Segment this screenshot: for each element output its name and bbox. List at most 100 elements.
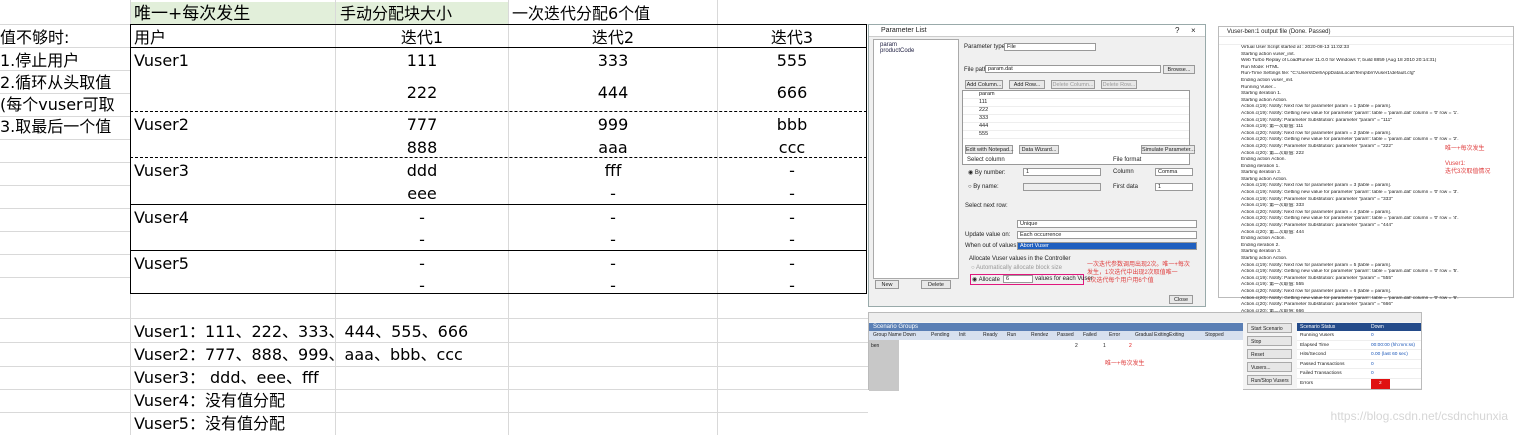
data-wizard-button[interactable]: Data Wizard... bbox=[1019, 145, 1059, 154]
group-col-header[interactable]: Failed bbox=[1083, 331, 1097, 340]
header-manual-block[interactable]: 手动分配块大小 bbox=[340, 3, 452, 25]
table-cell[interactable]: ccc bbox=[718, 137, 866, 159]
summary-line[interactable]: Vuser3： ddd、eee、fff bbox=[134, 367, 319, 389]
group-col-header[interactable]: Rendez bbox=[1031, 331, 1048, 340]
help-icon[interactable]: ? bbox=[1175, 26, 1179, 35]
by-number-input[interactable]: 1 bbox=[1023, 168, 1101, 176]
grid-row[interactable]: 444 bbox=[963, 123, 1189, 131]
start-scenario-button[interactable]: Start Scenario bbox=[1247, 323, 1292, 333]
side-note[interactable]: 2.循环从头取值 bbox=[0, 72, 111, 94]
delete-button[interactable]: Delete bbox=[921, 280, 951, 289]
by-number-radio[interactable]: ◉ By number: bbox=[968, 169, 1006, 176]
table-cell[interactable]: - bbox=[509, 275, 717, 297]
side-note[interactable]: (每个vuser可取 bbox=[0, 94, 130, 116]
header-unique-each[interactable]: 唯一+每次发生 bbox=[134, 3, 250, 25]
table-cell[interactable]: 111 bbox=[336, 50, 508, 72]
table-cell[interactable]: - bbox=[718, 207, 866, 229]
new-button[interactable]: New bbox=[875, 280, 899, 289]
table-cell[interactable]: - bbox=[509, 183, 717, 205]
table-row-user[interactable]: Vuser1 bbox=[134, 50, 189, 72]
auto-allocate-radio[interactable]: ○ Automatically allocate block size bbox=[971, 265, 1062, 271]
table-cell[interactable]: 777 bbox=[336, 114, 508, 136]
table-cell[interactable]: 333 bbox=[509, 50, 717, 72]
table-row-user[interactable]: Vuser2 bbox=[134, 114, 189, 136]
group-col-header[interactable]: Pending bbox=[931, 331, 949, 340]
table-row-user[interactable]: Vuser4 bbox=[134, 207, 189, 229]
col-header-user[interactable]: 用户 bbox=[134, 27, 166, 49]
side-note[interactable]: 1.停止用户 bbox=[0, 50, 79, 72]
table-cell[interactable]: - bbox=[718, 253, 866, 275]
summary-line[interactable]: Vuser5：没有值分配 bbox=[134, 413, 285, 435]
vusers-button[interactable]: Vusers... bbox=[1247, 362, 1292, 372]
delete-row-button[interactable]: Delete Row... bbox=[1101, 80, 1137, 89]
group-row-name[interactable]: ben bbox=[871, 343, 879, 349]
stop-button[interactable]: Stop bbox=[1247, 336, 1292, 346]
close-icon[interactable]: × bbox=[1191, 26, 1196, 35]
param-type-select[interactable]: File bbox=[1004, 43, 1096, 51]
table-cell[interactable]: - bbox=[718, 183, 866, 205]
group-col-header[interactable]: Passed bbox=[1057, 331, 1074, 340]
side-note[interactable]: 值不够时: bbox=[0, 27, 69, 49]
browse-button[interactable]: Browse... bbox=[1163, 65, 1195, 74]
col-header-iter1[interactable]: 迭代1 bbox=[336, 27, 508, 49]
table-cell[interactable]: - bbox=[718, 275, 866, 297]
run-stop-vusers-button[interactable]: Run/Stop Vusers bbox=[1247, 375, 1292, 385]
table-cell[interactable]: - bbox=[336, 253, 508, 275]
close-button[interactable]: Close bbox=[1169, 295, 1193, 304]
grid-row[interactable]: param bbox=[963, 91, 1189, 99]
edit-notepad-button[interactable]: Edit with Notepad... bbox=[965, 145, 1014, 154]
group-col-header[interactable]: Down bbox=[903, 331, 916, 340]
table-cell[interactable]: - bbox=[509, 229, 717, 251]
table-row-user[interactable]: Vuser3 bbox=[134, 160, 189, 182]
header-six-values[interactable]: 一次迭代分配6个值 bbox=[512, 3, 650, 25]
table-cell[interactable]: 888 bbox=[336, 137, 508, 159]
table-cell[interactable]: fff bbox=[509, 160, 717, 182]
grid-row[interactable]: 111 bbox=[963, 99, 1189, 107]
grid-row[interactable]: 333 bbox=[963, 115, 1189, 123]
table-cell[interactable]: 222 bbox=[336, 82, 508, 104]
delete-column-button[interactable]: Delete Column... bbox=[1051, 80, 1095, 89]
table-cell[interactable]: 999 bbox=[509, 114, 717, 136]
allocate-input[interactable]: 6 bbox=[1003, 275, 1033, 283]
col-header-iter2[interactable]: 迭代2 bbox=[509, 27, 717, 49]
add-row-button[interactable]: Add Row... bbox=[1009, 80, 1045, 89]
col-header-iter3[interactable]: 迭代3 bbox=[718, 27, 866, 49]
group-col-header[interactable]: Init bbox=[959, 331, 966, 340]
out-of-values-select[interactable]: Abort Vuser bbox=[1017, 242, 1197, 250]
table-cell[interactable]: 666 bbox=[718, 82, 866, 104]
file-path-select[interactable]: param.dat bbox=[985, 65, 1161, 73]
group-col-header[interactable]: Exiting bbox=[1169, 331, 1184, 340]
table-cell[interactable]: eee bbox=[336, 183, 508, 205]
group-col-header[interactable]: Error bbox=[1109, 331, 1120, 340]
group-col-header[interactable]: Run bbox=[1007, 331, 1016, 340]
table-cell[interactable]: aaa bbox=[509, 137, 717, 159]
group-col-header[interactable]: Group Name bbox=[873, 331, 902, 340]
summary-line[interactable]: Vuser2：777、888、999、aaa、bbb、ccc bbox=[134, 344, 463, 366]
grid-row[interactable]: 222 bbox=[963, 107, 1189, 115]
tree-item-productcode[interactable]: productCode bbox=[876, 48, 956, 54]
update-value-select[interactable]: Each occurrence bbox=[1017, 231, 1197, 239]
reset-button[interactable]: Reset bbox=[1247, 349, 1292, 359]
by-name-input[interactable] bbox=[1023, 183, 1101, 191]
summary-line[interactable]: Vuser1：111、222、333、444、555、666 bbox=[134, 321, 468, 343]
table-cell[interactable]: ddd bbox=[336, 160, 508, 182]
simulate-parameter-button[interactable]: Simulate Parameter... bbox=[1141, 145, 1195, 154]
table-cell[interactable]: - bbox=[336, 275, 508, 297]
group-col-header[interactable]: Gradual Exiting bbox=[1135, 331, 1169, 340]
table-cell[interactable]: - bbox=[718, 229, 866, 251]
table-cell[interactable]: 555 bbox=[718, 50, 866, 72]
summary-line[interactable]: Vuser4：没有值分配 bbox=[134, 390, 285, 412]
table-row-user[interactable]: Vuser5 bbox=[134, 253, 189, 275]
allocate-radio[interactable]: ◉ Allocate bbox=[972, 276, 1000, 283]
table-cell[interactable]: bbb bbox=[718, 114, 866, 136]
add-column-button[interactable]: Add Column... bbox=[965, 80, 1003, 89]
group-col-header[interactable]: Stopped bbox=[1205, 331, 1224, 340]
first-data-input[interactable]: 1 bbox=[1155, 183, 1193, 191]
table-cell[interactable]: - bbox=[509, 207, 717, 229]
table-cell[interactable]: - bbox=[336, 229, 508, 251]
side-note[interactable]: 3.取最后一个值 bbox=[0, 116, 111, 138]
grid-row[interactable]: 555 bbox=[963, 131, 1189, 139]
column-format-select[interactable]: Comma bbox=[1155, 168, 1193, 176]
select-next-row-select[interactable]: Unique bbox=[1017, 220, 1197, 228]
by-name-radio[interactable]: ○ By name: bbox=[968, 184, 999, 190]
